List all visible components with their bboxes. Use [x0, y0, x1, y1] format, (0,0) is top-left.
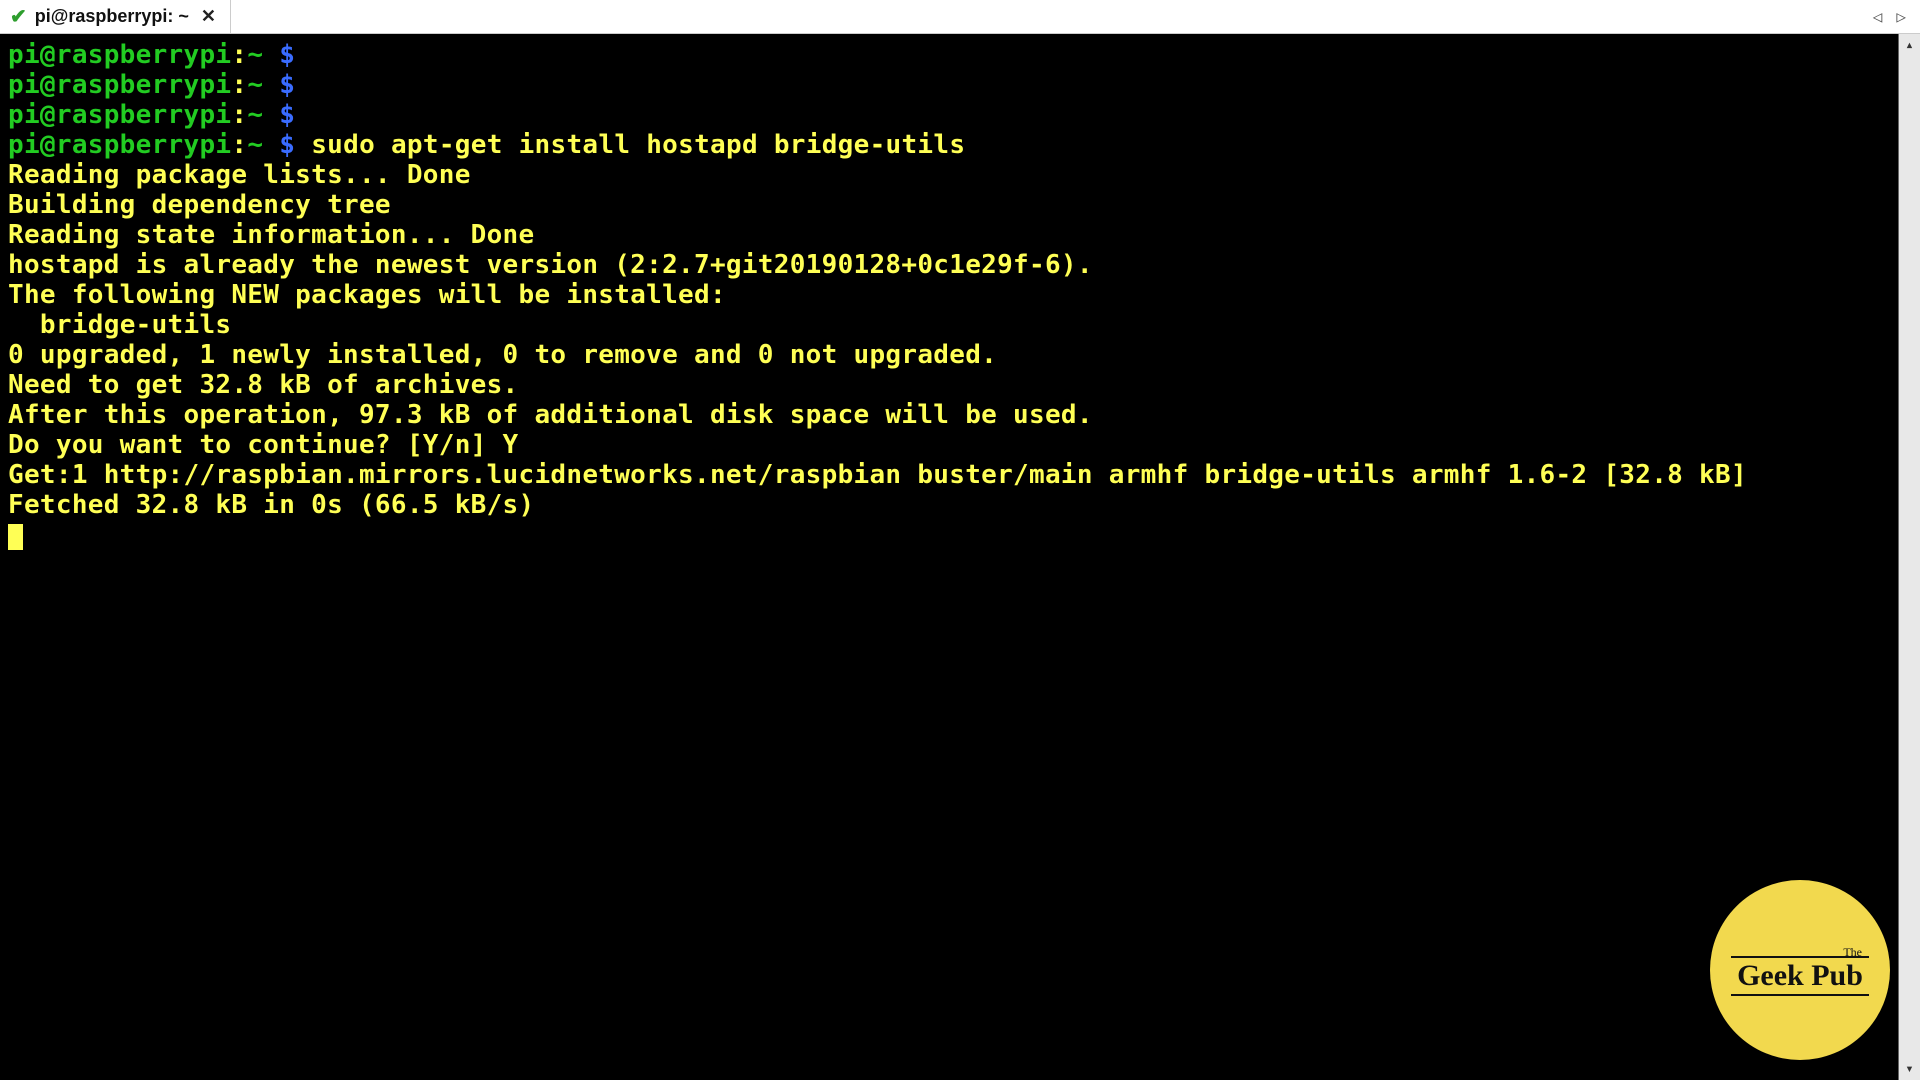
- tab-bar: ✔ pi@raspberrypi: ~ ✕ ◁ ▷: [0, 0, 1920, 34]
- prompt-path: ~: [247, 70, 263, 100]
- tab-title: pi@raspberrypi: ~: [35, 6, 189, 27]
- prompt-sep: :: [231, 70, 247, 100]
- next-tab-icon[interactable]: ▷: [1892, 7, 1910, 26]
- scroll-down-icon[interactable]: ▾: [1899, 1058, 1920, 1080]
- output-line: The following NEW packages will be insta…: [8, 280, 726, 310]
- cursor: [8, 524, 23, 550]
- tab-nav: ◁ ▷: [1869, 0, 1920, 33]
- prompt-user: pi@raspberrypi: [8, 40, 231, 70]
- prompt-path: ~: [247, 100, 263, 130]
- terminal-tab[interactable]: ✔ pi@raspberrypi: ~ ✕: [0, 0, 231, 33]
- prompt-user: pi@raspberrypi: [8, 70, 231, 100]
- prompt-symbol: $: [279, 70, 295, 100]
- output-line: Fetched 32.8 kB in 0s (66.5 kB/s): [8, 490, 534, 520]
- terminal-wrap: pi@raspberrypi:~ $ pi@raspberrypi:~ $ pi…: [0, 34, 1920, 1080]
- logo-main: Geek Pub: [1731, 956, 1869, 996]
- output-line: After this operation, 97.3 kB of additio…: [8, 400, 1093, 430]
- scroll-up-icon[interactable]: ▴: [1899, 34, 1920, 56]
- prompt-user: pi@raspberrypi: [8, 130, 231, 160]
- output-line: 0 upgraded, 1 newly installed, 0 to remo…: [8, 340, 997, 370]
- output-line: Get:1 http://raspbian.mirrors.lucidnetwo…: [8, 460, 1747, 490]
- prompt-sep: :: [231, 40, 247, 70]
- output-line: Building dependency tree: [8, 190, 391, 220]
- prompt-symbol: $: [279, 130, 295, 160]
- prompt-sep: :: [231, 100, 247, 130]
- output-line: Reading package lists... Done: [8, 160, 471, 190]
- prompt-sep: :: [231, 130, 247, 160]
- output-line: Do you want to continue? [Y/n] Y: [8, 430, 519, 460]
- prompt-user: pi@raspberrypi: [8, 100, 231, 130]
- scrollbar[interactable]: ▴ ▾: [1898, 34, 1920, 1080]
- prompt-symbol: $: [279, 40, 295, 70]
- check-icon: ✔: [10, 4, 27, 29]
- watermark-logo: The Geek Pub: [1710, 880, 1890, 1060]
- output-line: Need to get 32.8 kB of archives.: [8, 370, 519, 400]
- command-text: sudo apt-get install hostapd bridge-util…: [311, 130, 965, 160]
- terminal[interactable]: pi@raspberrypi:~ $ pi@raspberrypi:~ $ pi…: [0, 34, 1898, 1080]
- prompt-path: ~: [247, 40, 263, 70]
- close-icon[interactable]: ✕: [197, 6, 220, 27]
- prompt-symbol: $: [279, 100, 295, 130]
- output-line: Reading state information... Done: [8, 220, 534, 250]
- prev-tab-icon[interactable]: ◁: [1869, 7, 1887, 26]
- output-line: hostapd is already the newest version (2…: [8, 250, 1093, 280]
- output-line: bridge-utils: [8, 310, 231, 340]
- prompt-path: ~: [247, 130, 263, 160]
